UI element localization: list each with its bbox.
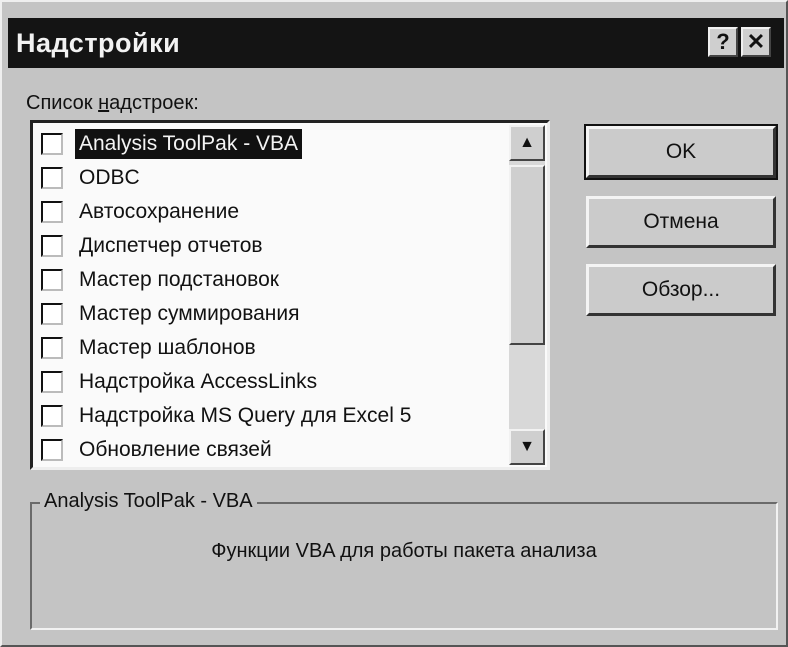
scroll-down-button[interactable]: ▼ [509, 429, 545, 465]
addin-label: Надстройка MS Query для Excel 5 [79, 404, 412, 427]
addin-label: ODBC [79, 166, 140, 189]
dialog-title: Надстройки [16, 28, 181, 58]
close-button[interactable]: ✕ [741, 27, 771, 57]
scroll-up-button[interactable]: ▲ [509, 125, 545, 161]
addin-label: Analysis ToolPak - VBA [75, 129, 303, 159]
addin-list-item[interactable]: ODBC [37, 163, 513, 195]
addin-checkbox[interactable] [41, 235, 63, 257]
description-text: Функции VBA для работы пакета анализа [211, 540, 597, 562]
vertical-scrollbar[interactable]: ▲ ▼ [509, 125, 545, 465]
addins-listbox[interactable]: Analysis ToolPak - VBA ODBC Автосохранение… [30, 120, 550, 470]
addin-list-item[interactable]: Analysis ToolPak - VBA [37, 129, 513, 161]
addins-dialog: Надстройки ? ✕ Список надстроек: Analysi… [0, 0, 788, 647]
addin-list-item[interactable]: Мастер суммирования [37, 299, 513, 331]
addins-list-label-accel: н [98, 92, 110, 114]
addin-checkbox[interactable] [41, 337, 63, 359]
description-groupbox: Analysis ToolPak - VBA Функции VBA для р… [30, 490, 778, 630]
addin-list-item[interactable]: Надстройка AccessLinks [37, 367, 513, 399]
addin-label: Мастер подстановок [79, 268, 279, 291]
help-button[interactable]: ? [708, 27, 738, 57]
addin-label: Мастер шаблонов [79, 336, 256, 359]
addin-checkbox[interactable] [41, 405, 63, 427]
addin-label: Надстройка AccessLinks [79, 370, 318, 393]
addin-list-item[interactable]: Обновление связей [37, 435, 513, 467]
description-title: Analysis ToolPak - VBA [40, 490, 257, 513]
addins-list-label-prefix: Список [26, 92, 99, 114]
addin-label: Мастер суммирования [79, 302, 300, 325]
addin-list-item[interactable]: Диспетчер отчетов [37, 231, 513, 263]
addin-checkbox[interactable] [41, 201, 63, 223]
addin-checkbox[interactable] [41, 439, 63, 461]
addin-checkbox[interactable] [41, 269, 63, 291]
addins-list-label-suffix: адстроек: [109, 92, 199, 114]
title-bar: Надстройки ? ✕ [8, 18, 784, 68]
scroll-thumb[interactable] [509, 165, 545, 345]
addin-list-item[interactable]: Надстройка MS Query для Excel 5 [37, 401, 513, 433]
addin-list-item[interactable]: Мастер подстановок [37, 265, 513, 297]
addin-checkbox[interactable] [41, 167, 63, 189]
addin-checkbox[interactable] [41, 133, 63, 155]
cancel-button[interactable]: Отмена [586, 196, 776, 248]
addin-list-item[interactable]: Автосохранение [37, 197, 513, 229]
addin-checkbox[interactable] [41, 371, 63, 393]
addin-label: Автосохранение [79, 200, 240, 223]
addins-list-label: Список надстроек: [26, 92, 199, 115]
addin-checkbox[interactable] [41, 303, 63, 325]
ok-button[interactable]: OK [584, 124, 778, 180]
browse-button[interactable]: Обзор... [586, 264, 776, 316]
addin-label: Диспетчер отчетов [79, 234, 263, 257]
addin-label: Обновление связей [79, 438, 272, 461]
addin-list-item[interactable]: Мастер шаблонов [37, 333, 513, 365]
